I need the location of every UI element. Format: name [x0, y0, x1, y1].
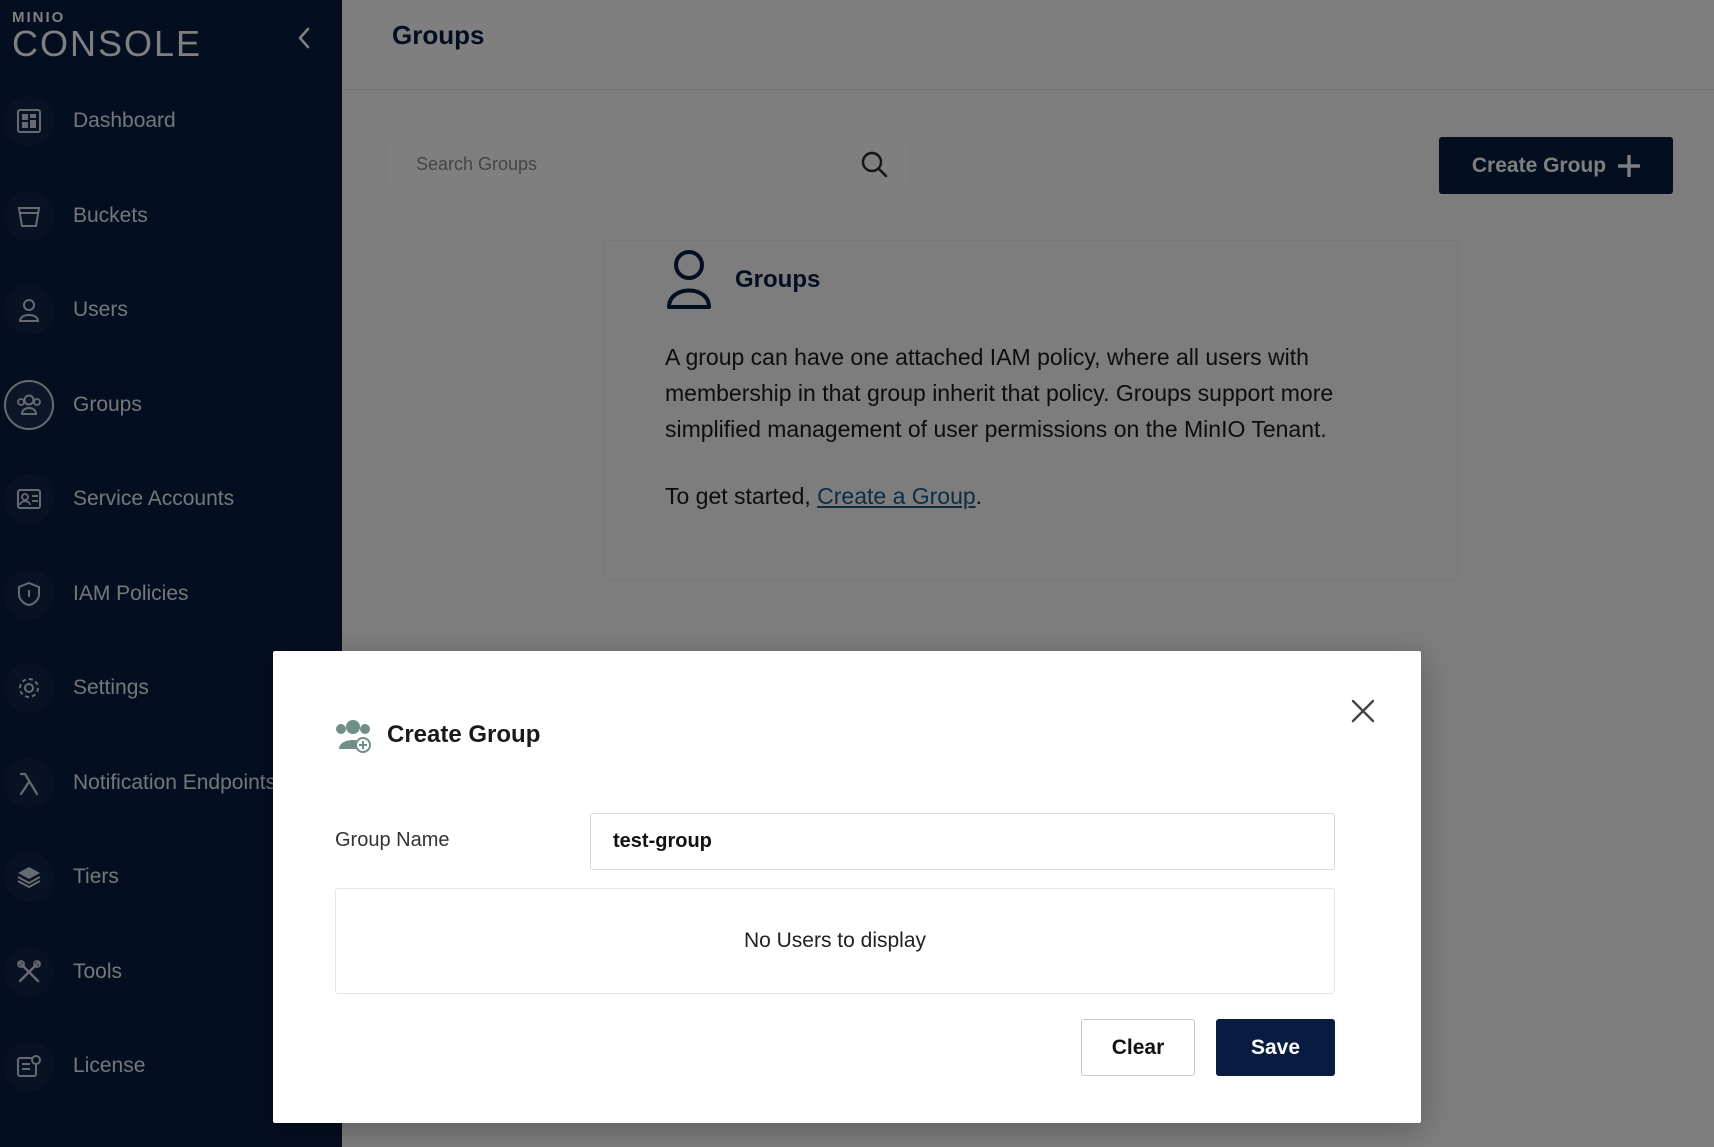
group-name-label: Group Name — [335, 829, 450, 851]
modal-header: Create Group — [333, 717, 540, 753]
group-name-input[interactable] — [590, 813, 1335, 870]
close-icon[interactable] — [1347, 695, 1379, 727]
create-group-modal: Create Group Group Name No Users to disp… — [273, 651, 1421, 1123]
users-list-panel: No Users to display — [335, 888, 1335, 994]
empty-users-message: No Users to display — [743, 929, 927, 952]
clear-button[interactable]: Clear — [1081, 1019, 1195, 1076]
add-group-icon — [336, 720, 371, 753]
modal-title: Create Group — [387, 721, 541, 748]
save-button[interactable]: Save — [1216, 1019, 1335, 1076]
